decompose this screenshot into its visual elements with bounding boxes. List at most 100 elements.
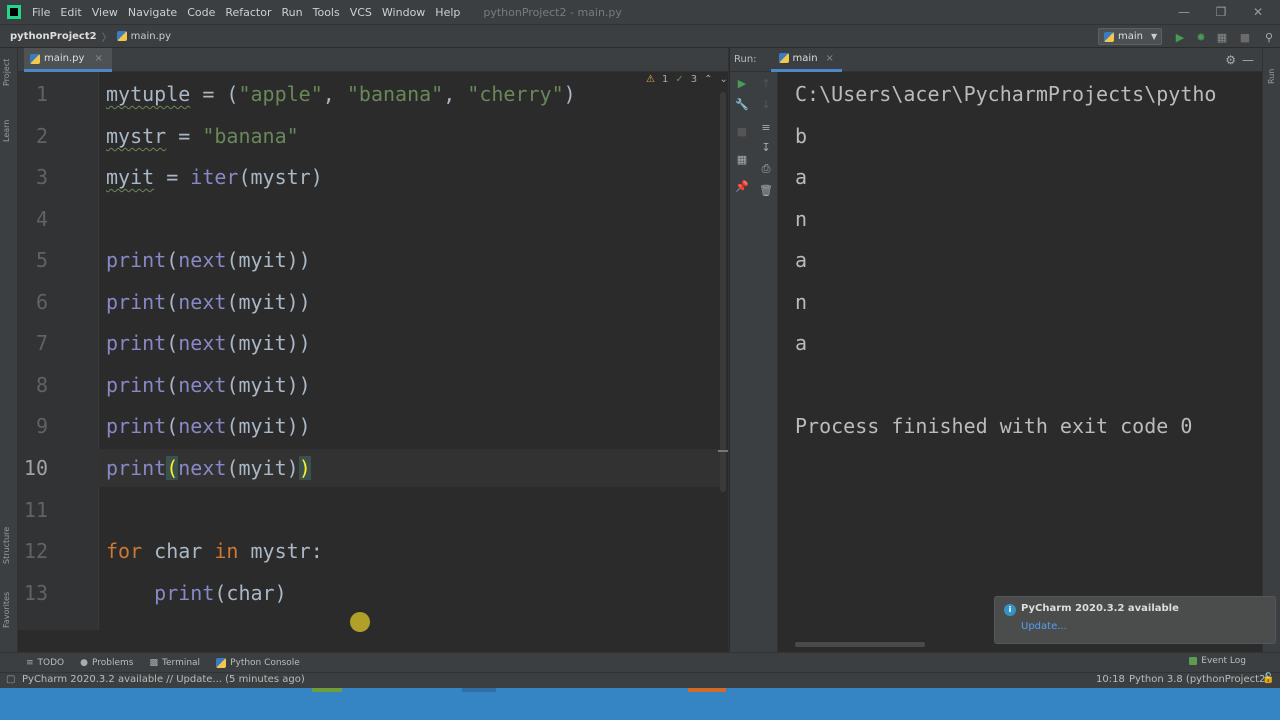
wrench-icon[interactable]: 🔧 <box>735 97 749 111</box>
python-interpreter[interactable]: Python 3.8 (pythonProject2) <box>1129 674 1269 685</box>
layout-icon[interactable]: ▦ <box>735 152 749 166</box>
menu-run[interactable]: Run <box>277 6 308 19</box>
soft-wrap-icon[interactable]: ≡ <box>759 120 773 134</box>
todo-tool-button[interactable]: ≡ TODO <box>26 658 64 668</box>
coverage-button[interactable]: ▦ <box>1215 30 1229 44</box>
close-window-button[interactable]: ✕ <box>1240 0 1276 24</box>
code-token: next <box>178 373 227 397</box>
menu-code[interactable]: Code <box>182 6 220 19</box>
arrow-up-icon[interactable]: ↑ <box>759 76 773 90</box>
python-icon <box>1104 31 1114 42</box>
code-token: print <box>106 414 167 438</box>
previous-highlight-icon[interactable]: ⌃ <box>704 74 712 85</box>
restore-window-button[interactable]: ❐ <box>1203 0 1239 24</box>
navigation-bar: pythonProject2 〉 main.py main ▼ ▶ ✸ ▦ ■ … <box>0 24 1280 48</box>
python-icon <box>216 657 227 668</box>
menu-edit[interactable]: Edit <box>55 6 86 19</box>
lock-icon[interactable]: 🔓 <box>1262 673 1274 684</box>
trash-icon[interactable]: 🗑 <box>759 183 773 197</box>
code-line-1[interactable]: mytuple = ("apple", "banana", "cherry") <box>106 82 576 106</box>
code-token: = <box>154 165 191 189</box>
favorites-tool-button[interactable]: Favorites <box>2 592 11 628</box>
code-token: next <box>178 290 227 314</box>
run-tool-button[interactable]: Run <box>1267 69 1276 84</box>
python-icon <box>778 53 789 63</box>
menu-refactor[interactable]: Refactor <box>220 6 276 19</box>
status-message[interactable]: PyCharm 2020.3.2 available // Update... … <box>22 674 305 685</box>
menu-vcs[interactable]: VCS <box>345 6 377 19</box>
next-highlight-icon[interactable]: ⌄ <box>720 74 728 85</box>
run-tab-label: main <box>792 52 818 64</box>
code-token: print <box>154 581 215 605</box>
pin-icon[interactable]: 📌 <box>735 179 749 193</box>
menu-help[interactable]: Help <box>430 6 465 19</box>
stop-icon[interactable]: ■ <box>735 124 749 138</box>
inspection-widget[interactable]: ⚠ 1 ✓ 3 ⌃ ⌄ <box>646 74 728 85</box>
event-log-tool-button[interactable]: Event Log <box>1189 656 1246 666</box>
bug-icon: ✸ <box>1196 30 1206 44</box>
scroll-to-end-icon[interactable]: ↧ <box>759 140 773 154</box>
gear-icon[interactable]: ⚙ <box>1225 53 1236 67</box>
menu-window[interactable]: Window <box>377 6 430 19</box>
caret-position[interactable]: 10:18 <box>1096 674 1125 685</box>
stop-button[interactable]: ■ <box>1238 30 1252 44</box>
run-panel-label: Run: <box>734 54 757 65</box>
update-link[interactable]: Update... <box>1021 621 1067 632</box>
python-console-label: Python Console <box>230 657 300 668</box>
update-notification[interactable]: i PyCharm 2020.3.2 available Update... <box>994 596 1276 644</box>
mouse-cursor-highlight <box>350 612 370 632</box>
code-line-3[interactable]: myit = iter(mystr) <box>106 165 323 189</box>
run-console-output[interactable]: C:\Users\acer\PycharmProjects\pytho b a … <box>779 72 1260 652</box>
console-line: C:\Users\acer\PycharmProjects\pytho <box>795 82 1217 106</box>
code-line-6[interactable]: print(next(myit)) <box>106 290 311 314</box>
status-layout-icon[interactable]: ▢ <box>6 674 15 685</box>
code-editor[interactable]: 1 2 3 4 5 6 7 8 9 10 11 12 13 mytuple = … <box>18 72 728 630</box>
arrow-down-icon[interactable]: ↓ <box>759 97 773 111</box>
python-console-tool-button[interactable]: Python Console <box>216 657 300 668</box>
code-line-8[interactable]: print(next(myit)) <box>106 373 311 397</box>
code-line-9[interactable]: print(next(myit)) <box>106 414 311 438</box>
terminal-tool-button[interactable]: ▩ Terminal <box>150 658 201 668</box>
editor-vertical-scrollbar[interactable] <box>720 92 726 492</box>
code-line-2[interactable]: mystr = "banana" <box>106 124 299 148</box>
code-line-13[interactable]: print(char) <box>106 581 286 605</box>
run-button[interactable]: ▶ <box>1173 30 1187 44</box>
rerun-icon[interactable]: ▶ <box>735 76 749 90</box>
code-line-12[interactable]: for char in mystr: <box>106 539 323 563</box>
code-line-5[interactable]: print(next(myit)) <box>106 248 311 272</box>
menu-file[interactable]: File <box>27 6 55 19</box>
code-line-7[interactable]: print(next(myit)) <box>106 331 311 355</box>
menu-tools[interactable]: Tools <box>308 6 345 19</box>
code-token: mytuple <box>106 82 191 106</box>
play-icon: ▶ <box>1175 30 1185 44</box>
code-token: print <box>106 456 167 480</box>
debug-button[interactable]: ✸ <box>1194 30 1208 44</box>
print-icon[interactable]: ⎙ <box>759 162 773 176</box>
run-configuration-select[interactable]: main ▼ <box>1098 28 1162 45</box>
run-tab-main[interactable]: main × <box>770 48 842 72</box>
menu-navigate[interactable]: Navigate <box>123 6 182 19</box>
console-horizontal-scrollbar[interactable] <box>795 642 925 647</box>
close-run-tab-icon[interactable]: × <box>826 53 834 64</box>
event-log-label: Event Log <box>1201 656 1246 666</box>
problems-tool-button[interactable]: ● Problems <box>80 658 133 668</box>
menu-view[interactable]: View <box>87 6 123 19</box>
breadcrumb-file[interactable]: main.py <box>116 31 171 42</box>
close-tab-icon[interactable]: × <box>94 53 102 64</box>
code-token: ) <box>298 456 311 480</box>
code-token: (myit) <box>226 456 299 480</box>
code-token: print <box>106 248 167 272</box>
console-line: n <box>795 290 808 314</box>
editor-tab-main-py[interactable]: main.py × <box>24 48 112 72</box>
structure-tool-button[interactable]: Structure <box>2 527 11 564</box>
code-token: next <box>178 414 227 438</box>
project-tool-button[interactable]: Project <box>2 59 11 86</box>
search-everywhere-button[interactable]: ⚲ <box>1262 30 1276 44</box>
code-line-10[interactable]: print(next(myit)) <box>106 456 311 480</box>
minimize-window-button[interactable]: — <box>1166 0 1202 24</box>
console-line: a <box>795 331 808 355</box>
run-panel-header: Run: main × ⚙ — <box>730 48 1280 72</box>
hide-panel-icon[interactable]: — <box>1242 53 1254 67</box>
learn-tool-button[interactable]: Learn <box>2 120 11 142</box>
breadcrumb-project[interactable]: pythonProject2 <box>10 31 97 42</box>
